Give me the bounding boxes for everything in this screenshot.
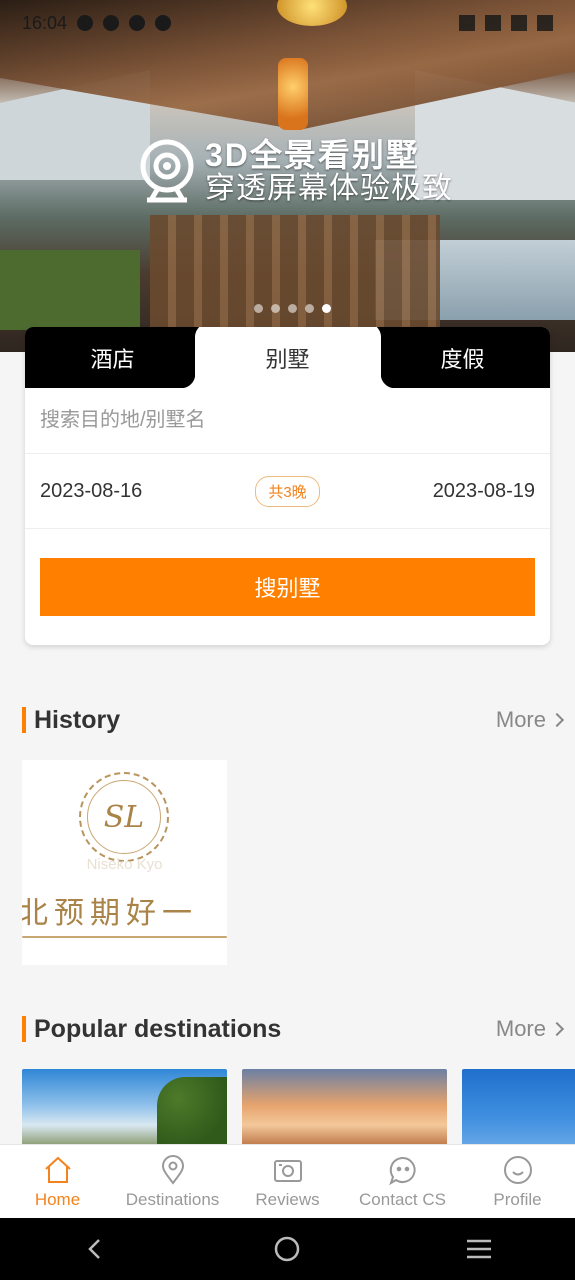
hero-lantern: [278, 58, 308, 130]
status-time: 16:04: [22, 12, 68, 33]
hero-promo: 3D全景看别墅 穿透屏幕体验极致: [137, 138, 453, 206]
nav-profile[interactable]: Profile: [460, 1145, 575, 1218]
status-system-icons: [459, 15, 553, 31]
popular-more-link[interactable]: More: [495, 1016, 565, 1042]
nav-home-label: Home: [34, 1189, 81, 1209]
nav-home[interactable]: Home: [0, 1145, 115, 1218]
hero-banner[interactable]: 3D全景看别墅 穿透屏幕体验极致: [0, 0, 575, 352]
checkin-date[interactable]: 2023-08-16: [40, 480, 255, 503]
nav-contact-label: Contact CS: [359, 1189, 446, 1209]
nav-destinations-label: Destinations: [125, 1189, 220, 1209]
destination-search-input[interactable]: [40, 409, 535, 432]
tab-villa[interactable]: 别墅: [200, 327, 375, 388]
carousel-dot[interactable]: [254, 304, 263, 313]
destination-card[interactable]: [22, 1069, 227, 1149]
menu-icon: [467, 1239, 492, 1259]
back-icon: [88, 1239, 100, 1259]
carousel-indicator: [254, 304, 331, 313]
carousel-dot[interactable]: [288, 304, 297, 313]
smile-icon: [503, 1155, 532, 1184]
system-navigation-bar: [0, 1218, 575, 1280]
history-title: History: [34, 705, 121, 734]
promo-line2: 穿透屏幕体验极致: [205, 172, 453, 206]
calligraphy-text: 北预期好一: [22, 896, 198, 931]
carousel-dot-active[interactable]: [322, 304, 331, 313]
search-card: 酒店 别墅 度假 2023-08-16 共3晚 2023-08-19 搜别墅: [25, 327, 550, 645]
settings-icon: [103, 15, 120, 31]
system-home-button[interactable]: [267, 1229, 307, 1269]
bottom-navigation: Home Destinations Reviews Contact CS Pro…: [0, 1144, 575, 1218]
destination-search-row: [25, 388, 550, 454]
vibrate-icon: [459, 15, 475, 31]
tab-vacation[interactable]: 度假: [375, 327, 550, 388]
home-icon: [44, 1156, 71, 1183]
popular-header: Popular destinations More: [22, 1013, 565, 1045]
home-circle-icon: [275, 1236, 300, 1262]
battery-icon: [537, 15, 553, 31]
nav-reviews[interactable]: Reviews: [230, 1145, 345, 1218]
brand-logo-text: SL: [103, 799, 145, 835]
popular-destinations-list: [22, 1069, 575, 1149]
nav-destinations[interactable]: Destinations: [115, 1145, 230, 1218]
promo-line1: 3D全景看别墅: [205, 137, 420, 174]
brand-logo: SL: [79, 772, 169, 862]
section-accent-bar: [22, 1016, 26, 1042]
history-item-card[interactable]: SL Niseko Kyo 北预期好一: [22, 760, 227, 965]
calligraphy-underline: [22, 936, 227, 938]
chevron-right-icon: [549, 712, 565, 728]
carousel-dot[interactable]: [305, 304, 314, 313]
app-icon: [129, 15, 146, 31]
camera-icon: [273, 1159, 302, 1182]
message-icon: [77, 15, 94, 31]
nav-reviews-label: Reviews: [255, 1189, 320, 1209]
category-tabs: 酒店 别墅 度假: [25, 327, 550, 388]
status-notification-icons: [77, 15, 172, 31]
search-villa-button[interactable]: 搜别墅: [40, 558, 535, 616]
system-back-button[interactable]: [76, 1229, 116, 1269]
mail-icon: [155, 15, 172, 31]
tab-hotel[interactable]: 酒店: [25, 327, 200, 388]
date-range-row[interactable]: 2023-08-16 共3晚 2023-08-19: [25, 454, 550, 529]
chat-icon: [388, 1156, 416, 1185]
hero-lawn: [0, 250, 140, 330]
history-header: History More: [22, 704, 565, 736]
popular-title: Popular destinations: [34, 1014, 282, 1043]
brand-name: Niseko Kyo: [86, 856, 163, 873]
location-pin-icon: [161, 1154, 184, 1185]
checkout-date[interactable]: 2023-08-19: [320, 480, 535, 503]
status-bar: 16:04: [0, 0, 575, 46]
history-more-label: More: [495, 707, 546, 732]
camera-360-icon: [140, 139, 194, 203]
signal-icon: [511, 15, 527, 31]
nav-contact-cs[interactable]: Contact CS: [345, 1145, 460, 1218]
carousel-dot[interactable]: [271, 304, 280, 313]
chevron-right-icon: [549, 1021, 565, 1037]
nav-profile-label: Profile: [493, 1189, 542, 1209]
destination-card[interactable]: [462, 1069, 575, 1149]
hero-dining-table: [150, 215, 440, 335]
system-recents-button[interactable]: [459, 1229, 499, 1269]
section-accent-bar: [22, 707, 26, 733]
nights-badge: 共3晚: [255, 475, 320, 507]
destination-card[interactable]: [242, 1069, 447, 1149]
popular-more-label: More: [495, 1016, 546, 1041]
history-more-link[interactable]: More: [495, 707, 565, 733]
wifi-icon: [485, 15, 501, 31]
